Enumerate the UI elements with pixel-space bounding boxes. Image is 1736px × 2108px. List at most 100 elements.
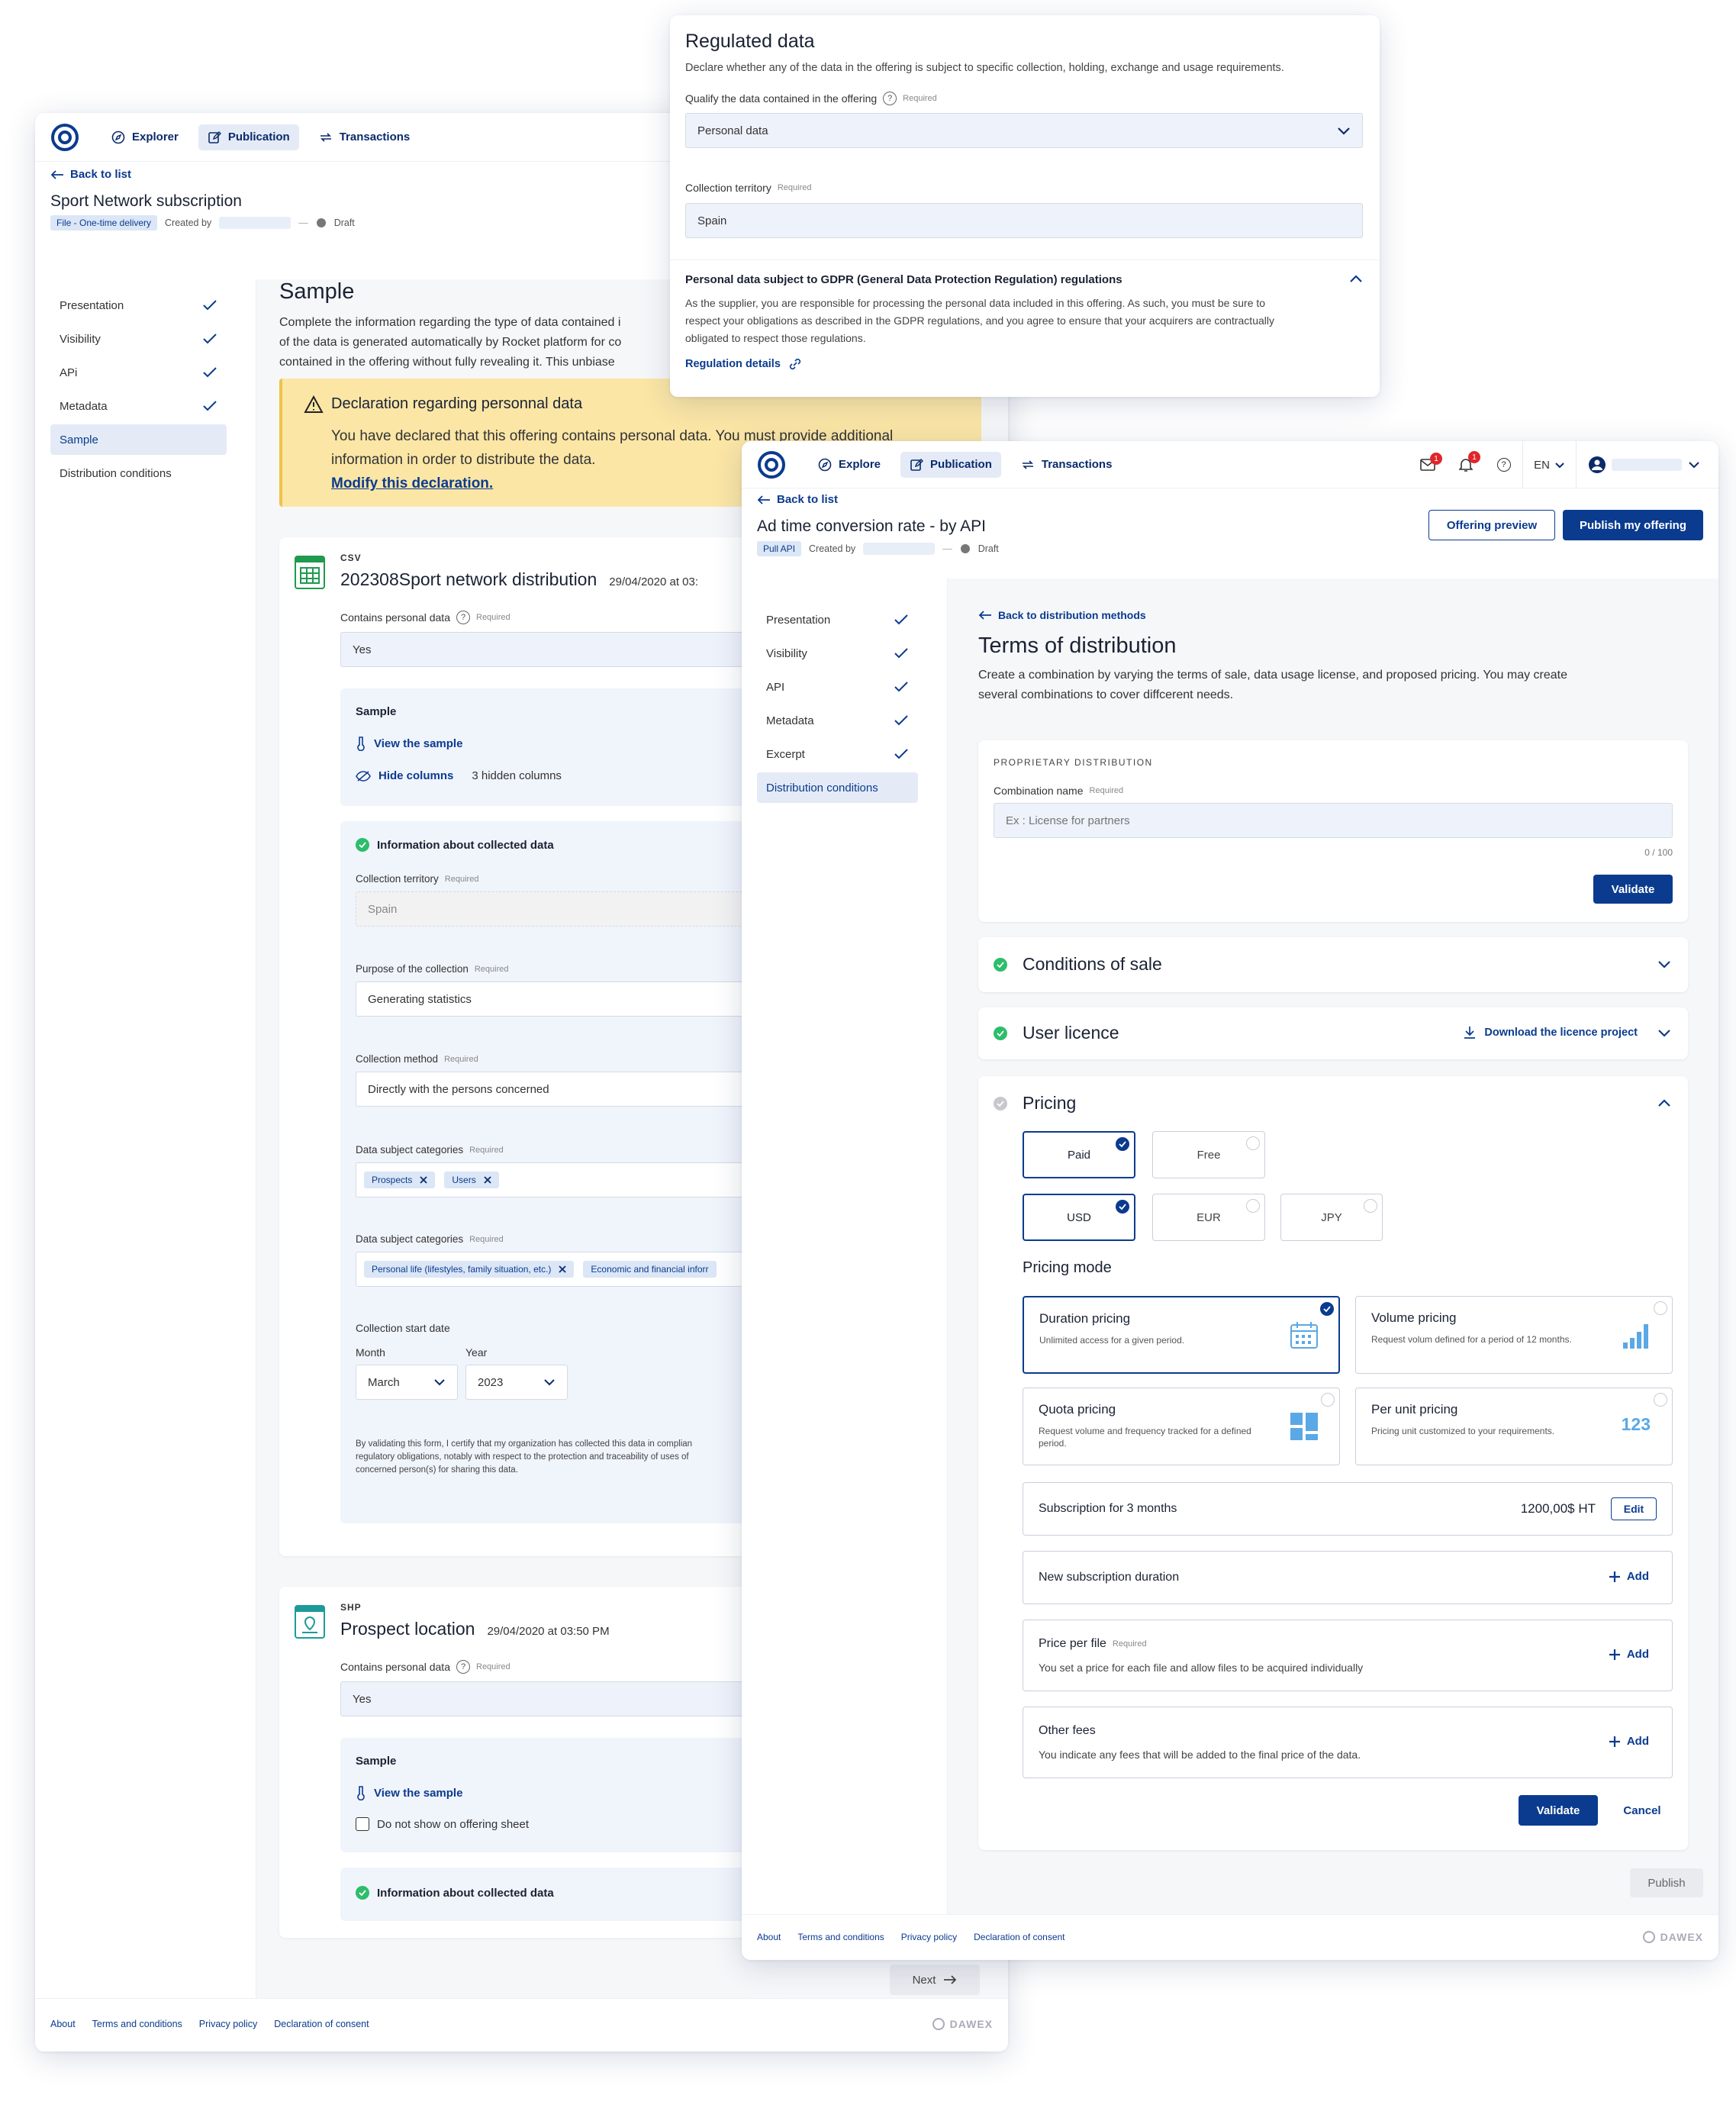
step-visibility[interactable]: Visibility bbox=[50, 324, 227, 354]
close-icon[interactable] bbox=[420, 1176, 427, 1184]
help-icon[interactable]: ? bbox=[883, 92, 897, 105]
close-icon[interactable] bbox=[484, 1176, 491, 1184]
file-name: 202308Sport network distribution bbox=[340, 569, 597, 589]
step-metadata[interactable]: Metadata bbox=[757, 705, 918, 736]
page-title: Sport Network subscription bbox=[50, 192, 242, 210]
mode-per-unit-pricing[interactable]: Per unit pricing Pricing unit customized… bbox=[1355, 1388, 1673, 1465]
download-licence-link[interactable]: Download the licence project bbox=[1463, 1026, 1638, 1039]
step-presentation[interactable]: Presentation bbox=[50, 290, 227, 321]
validate-combo-button[interactable]: Validate bbox=[1593, 875, 1673, 904]
nav-publication[interactable]: Publication bbox=[900, 451, 1001, 478]
footer-consent[interactable]: Declaration of consent bbox=[274, 2019, 369, 2029]
required-label: Required bbox=[444, 874, 479, 884]
mode-quota-pricing[interactable]: Quota pricing Request volume and frequen… bbox=[1023, 1388, 1340, 1465]
rocket-logo-icon[interactable] bbox=[757, 450, 786, 479]
add-duration-button[interactable]: Add bbox=[1609, 1570, 1649, 1583]
chip-economic[interactable]: Economic and financial inforr bbox=[583, 1261, 717, 1278]
mode-volume-pricing[interactable]: Volume pricing Request volum defined for… bbox=[1355, 1296, 1673, 1374]
add-other-fees-button[interactable]: Add bbox=[1609, 1735, 1649, 1748]
step-visibility[interactable]: Visibility bbox=[757, 638, 918, 669]
label-text: Price per file bbox=[1039, 1637, 1106, 1650]
regulation-details-link[interactable]: Regulation details bbox=[685, 357, 802, 371]
no-show-checkbox-row[interactable]: Do not show on offering sheet bbox=[356, 1817, 529, 1831]
validate-pricing-button[interactable]: Validate bbox=[1519, 1795, 1598, 1826]
footer-privacy[interactable]: Privacy policy bbox=[901, 1932, 957, 1942]
user-licence-accordion[interactable]: User licence Download the licence projec… bbox=[978, 1007, 1688, 1059]
check-icon bbox=[894, 715, 908, 726]
view-sample-link[interactable]: View the sample bbox=[356, 1785, 462, 1800]
bar-chart-icon bbox=[1623, 1324, 1648, 1349]
publish-offering-button[interactable]: Publish my offering bbox=[1563, 510, 1703, 540]
checkbox[interactable] bbox=[356, 1817, 369, 1831]
back-to-list-link[interactable]: Back to list bbox=[757, 493, 838, 506]
radio-icon bbox=[1246, 1136, 1260, 1150]
offering-preview-button[interactable]: Offering preview bbox=[1428, 510, 1555, 540]
option-jpy[interactable]: JPY bbox=[1280, 1194, 1383, 1241]
chevron-up-icon[interactable] bbox=[1657, 1099, 1671, 1107]
step-label: Distribution conditions bbox=[60, 466, 172, 480]
chevron-up-icon[interactable] bbox=[1349, 275, 1363, 283]
view-sample-link[interactable]: View the sample bbox=[356, 736, 462, 751]
cancel-pricing-button[interactable]: Cancel bbox=[1612, 1795, 1673, 1826]
back-to-list-link[interactable]: Back to list bbox=[50, 168, 131, 181]
nav-explorer[interactable]: Explorer bbox=[102, 124, 188, 150]
publish-button[interactable]: Publish bbox=[1630, 1868, 1703, 1897]
notifications-button[interactable]: 1 bbox=[1447, 451, 1485, 472]
footer-terms[interactable]: Terms and conditions bbox=[797, 1932, 884, 1942]
help-icon[interactable]: ? bbox=[456, 1660, 470, 1674]
offering-meta: File - One-time delivery Created by — Dr… bbox=[50, 215, 355, 230]
territory-input[interactable]: Spain bbox=[685, 203, 1363, 238]
option-paid[interactable]: Paid bbox=[1023, 1131, 1135, 1178]
qualify-select[interactable]: Personal data bbox=[685, 113, 1363, 148]
step-sample[interactable]: Sample bbox=[50, 424, 227, 455]
step-presentation[interactable]: Presentation bbox=[757, 604, 918, 635]
footer-terms[interactable]: Terms and conditions bbox=[92, 2019, 182, 2029]
thermometer-icon bbox=[357, 1786, 365, 1800]
help-button[interactable]: ? bbox=[1485, 441, 1523, 488]
chip-personal-life[interactable]: Personal life (lifestyles, family situat… bbox=[364, 1261, 575, 1278]
chip-users[interactable]: Users bbox=[444, 1172, 499, 1188]
option-free[interactable]: Free bbox=[1152, 1131, 1265, 1178]
next-button[interactable]: Next bbox=[890, 1965, 980, 1995]
hide-columns-link[interactable]: Hide columns bbox=[356, 769, 453, 782]
footer-privacy[interactable]: Privacy policy bbox=[199, 2019, 257, 2029]
check-icon bbox=[894, 648, 908, 659]
back-to-methods-link[interactable]: Back to distribution methods bbox=[978, 609, 1146, 621]
nav-transactions[interactable]: Transactions bbox=[1012, 452, 1122, 478]
close-icon[interactable] bbox=[559, 1265, 567, 1273]
step-label: Visibility bbox=[766, 646, 807, 660]
select-value: 2023 bbox=[478, 1375, 504, 1389]
step-distribution-conditions[interactable]: Distribution conditions bbox=[50, 458, 227, 488]
step-excerpt[interactable]: Excerpt bbox=[757, 739, 918, 769]
mode-duration-pricing[interactable]: Duration pricing Unlimited access for a … bbox=[1023, 1296, 1340, 1374]
account-menu[interactable] bbox=[1577, 456, 1718, 473]
nav-explore[interactable]: Explore bbox=[809, 452, 890, 478]
footer-about[interactable]: About bbox=[50, 2019, 76, 2029]
step-metadata[interactable]: Metadata bbox=[50, 391, 227, 421]
offering-window-ad-time: Explore Publication Transactions 1 1 ? E… bbox=[742, 441, 1718, 1960]
nav-transactions[interactable]: Transactions bbox=[310, 124, 420, 150]
footer-about[interactable]: About bbox=[757, 1932, 781, 1942]
rocket-logo-icon[interactable] bbox=[50, 123, 79, 152]
step-api[interactable]: API bbox=[757, 672, 918, 702]
nav-publication[interactable]: Publication bbox=[198, 124, 299, 150]
conditions-of-sale-accordion[interactable]: Conditions of sale bbox=[978, 937, 1688, 992]
mail-button[interactable]: 1 bbox=[1409, 453, 1447, 471]
year-select[interactable]: 2023 bbox=[465, 1365, 568, 1400]
step-distribution-conditions[interactable]: Distribution conditions bbox=[757, 772, 918, 803]
chip-prospects[interactable]: Prospects bbox=[364, 1172, 436, 1188]
distribution-main: Back to distribution methods Terms of di… bbox=[948, 579, 1718, 1914]
option-usd[interactable]: USD bbox=[1023, 1194, 1135, 1241]
help-icon[interactable]: ? bbox=[456, 611, 470, 624]
month-select[interactable]: March bbox=[356, 1365, 458, 1400]
footer-consent[interactable]: Declaration of consent bbox=[974, 1932, 1064, 1942]
option-label: USD bbox=[1067, 1210, 1091, 1224]
combo-name-input[interactable] bbox=[994, 803, 1673, 838]
edit-subscription-button[interactable]: Edit bbox=[1611, 1497, 1657, 1520]
add-price-file-button[interactable]: Add bbox=[1609, 1648, 1649, 1661]
option-eur[interactable]: EUR bbox=[1152, 1194, 1265, 1241]
method-label: Collection method Required bbox=[356, 1053, 478, 1065]
step-api[interactable]: APi bbox=[50, 357, 227, 388]
123-icon: 123 bbox=[1621, 1414, 1651, 1434]
language-select[interactable]: EN bbox=[1523, 441, 1577, 488]
